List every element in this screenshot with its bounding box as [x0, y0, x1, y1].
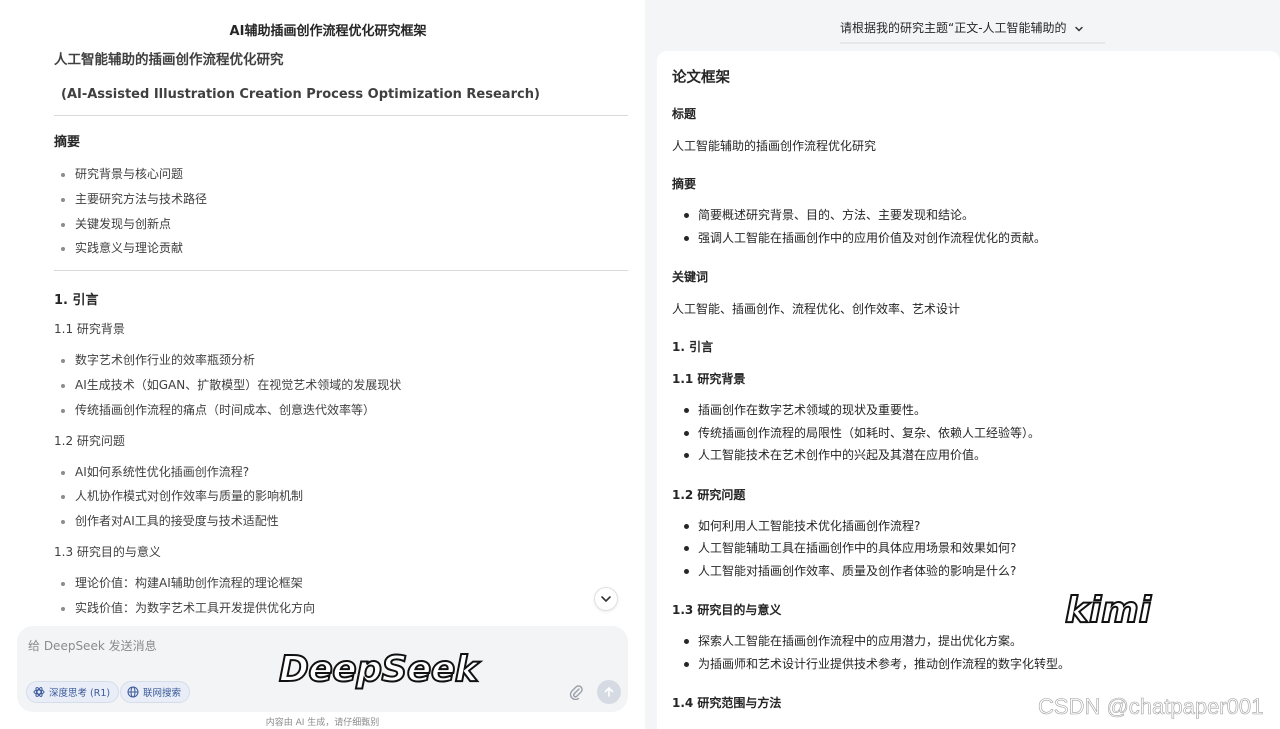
atom-icon — [33, 687, 45, 697]
background-list: 插画创作在数字艺术领域的现状及重要性。 传统插画创作流程的局限性（如耗时、复杂、… — [672, 399, 1232, 467]
deepseek-pane: AI辅助插画创作流程优化研究框架 人工智能辅助的插画创作流程优化研究 (AI-A… — [0, 0, 645, 729]
web-search-toggle[interactable]: 联网搜索 — [120, 681, 191, 703]
list-item: 传统插画创作流程的局限性（如耗时、复杂、依赖人工经验等）。 — [672, 422, 1232, 445]
answer-heading: 人工智能辅助的插画创作流程优化研究 — [54, 52, 284, 68]
subsection-heading: 1.2 研究问题 — [54, 433, 125, 448]
keywords-label: 关键词 — [672, 270, 709, 284]
kimi-pane: 请根据我的研究主题“正文-人工智能辅助的 论文框架 标题 人工智能辅助的插画创作… — [645, 0, 1280, 729]
list-item: 理论价值：构建AI辅助创作流程的理论框架 — [54, 571, 628, 596]
answer-content: 人工智能辅助的插画创作流程优化研究 (AI-Assisted Illustrat… — [54, 48, 628, 630]
answer-card: 论文框架 标题 人工智能辅助的插画创作流程优化研究 摘要 简要概述研究背景、目的… — [657, 51, 1280, 729]
keywords-value: 人工智能、插画创作、流程优化、创作效率、艺术设计 — [672, 302, 961, 316]
section-heading: 1. 引言 — [54, 293, 99, 309]
questions-list: 如何利用人工智能技术优化插画创作流程? 人工智能辅助工具在插画创作中的具体应用场… — [672, 515, 1232, 583]
list-item: 关键发现与创新点 — [54, 212, 628, 237]
deepthink-label: 深度思考 (R1) — [49, 688, 111, 699]
list-item: 人工智能技术在艺术创作中的兴起及其潜在应用价值。 — [672, 444, 1232, 467]
list-item: 实践意义与理论贡献 — [54, 236, 628, 261]
send-button[interactable] — [597, 680, 621, 704]
list-item: 数字艺术创作行业的效率瓶颈分析 — [54, 348, 628, 373]
background-list: 数字艺术创作行业的效率瓶颈分析 AI生成技术（如GAN、扩散模型）在视觉艺术领域… — [54, 348, 628, 422]
outline-heading: 论文框架 — [672, 70, 730, 86]
deepthink-toggle[interactable]: 深度思考 (R1) — [26, 681, 120, 703]
purpose-list: 理论价值：构建AI辅助创作流程的理论框架 实践价值：为数字艺术工具开发提供优化方… — [54, 571, 628, 621]
divider — [54, 115, 628, 116]
globe-icon — [127, 686, 139, 698]
subsection-heading: 1.1 研究背景 — [672, 372, 746, 386]
purpose-list: 探索人工智能在插画创作流程中的应用潜力，提出优化方案。 为插画师和艺术设计行业提… — [672, 630, 1232, 675]
list-item: 人工智能对插画创作效率、质量及创作者体验的影响是什么? — [672, 560, 1232, 583]
list-item: 插画创作在数字艺术领域的现状及重要性。 — [672, 399, 1232, 422]
title-label: 标题 — [672, 107, 697, 121]
subsection-heading: 1.2 研究问题 — [672, 487, 746, 502]
list-item: 实践价值：为数字艺术工具开发提供优化方向 — [54, 596, 628, 621]
title-value: 人工智能辅助的插画创作流程优化研究 — [672, 139, 877, 153]
divider — [840, 42, 1105, 44]
subsection-heading: 1.1 研究背景 — [54, 322, 125, 337]
section-heading: 1. 引言 — [672, 340, 714, 354]
abstract-label: 摘要 — [672, 177, 697, 191]
list-item: AI如何系统性优化插画创作流程? — [54, 460, 628, 485]
deepseek-watermark: DeepSeek — [278, 648, 480, 691]
list-item: AI生成技术（如GAN、扩散模型）在视觉艺术领域的发展现状 — [54, 373, 628, 398]
questions-list: AI如何系统性优化插画创作流程? 人机协作模式对创作效率与质量的影响机制 创作者… — [54, 460, 628, 534]
list-item: 为插画师和艺术设计行业提供技术参考，推动创作流程的数字化转型。 — [672, 653, 1232, 676]
list-item: 简要概述研究背景、目的、方法、主要发现和结论。 — [672, 204, 1232, 227]
arrow-up-icon — [604, 686, 614, 697]
message-input[interactable]: 给 DeepSeek 发送消息 — [28, 637, 157, 654]
chevron-down-icon — [601, 596, 611, 603]
web-search-label: 联网搜索 — [143, 688, 182, 699]
attach-button[interactable] — [566, 682, 586, 702]
scroll-to-bottom-button[interactable] — [594, 587, 618, 611]
list-item: 主要研究方法与技术路径 — [54, 187, 628, 212]
list-item: 人工智能辅助工具在插画创作中的具体应用场景和效果如何? — [672, 537, 1232, 560]
list-item: 强调人工智能在插画创作中的应用价值及对创作流程优化的贡献。 — [672, 227, 1232, 250]
ai-disclaimer: 内容由 AI 生成，请仔细甄别 — [265, 718, 380, 728]
list-item: 如何利用人工智能技术优化插画创作流程? — [672, 515, 1232, 538]
subsection-heading: 1.3 研究目的与意义 — [54, 544, 161, 559]
user-query-text: 请根据我的研究主题“正文-人工智能辅助的 — [840, 21, 1067, 35]
list-item: 探索人工智能在插画创作流程中的应用潜力，提出优化方案。 — [672, 630, 1232, 653]
list-item: 人机协作模式对创作效率与质量的影响机制 — [54, 484, 628, 509]
list-item: 研究背景与核心问题 — [54, 162, 628, 187]
list-item: 传统插画创作流程的痛点（时间成本、创意迭代效率等） — [54, 398, 628, 423]
paperclip-icon — [569, 685, 583, 700]
chat-title: AI辅助插画创作流程优化研究框架 — [229, 24, 427, 39]
csdn-watermark: CSDN @chatpaper001 — [1038, 694, 1264, 720]
kimi-watermark: kimi — [1064, 589, 1152, 632]
abstract-list: 简要概述研究背景、目的、方法、主要发现和结论。 强调人工智能在插画创作中的应用价… — [672, 204, 1232, 249]
user-query[interactable]: 请根据我的研究主题“正文-人工智能辅助的 — [840, 19, 1105, 44]
divider — [54, 270, 628, 272]
abstract-heading: 摘要 — [54, 135, 81, 150]
chevron-down-icon — [1075, 26, 1084, 32]
abstract-list: 研究背景与核心问题 主要研究方法与技术路径 关键发现与创新点 实践意义与理论贡献 — [54, 162, 628, 261]
list-item: 创作者对AI工具的接受度与技术适配性 — [54, 509, 628, 534]
answer-subheading: (AI-Assisted Illustration Creation Proce… — [61, 87, 540, 102]
